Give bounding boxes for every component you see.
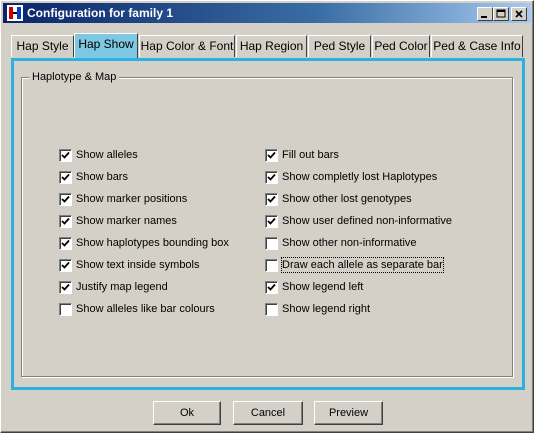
checkbox-label: Fill out bars (282, 149, 339, 161)
checkmark-icon (267, 283, 276, 291)
checkbox[interactable] (265, 303, 278, 316)
maximize-button[interactable] (493, 7, 509, 21)
checkmark-icon (61, 195, 70, 203)
app-icon (7, 5, 23, 21)
checkbox-label: Draw each allele as separate bar (281, 257, 444, 273)
checkbox-label: Show alleles (76, 149, 138, 161)
tab-hap-show[interactable]: Hap Show (74, 33, 138, 58)
checkbox[interactable] (59, 237, 72, 250)
tab-hap-color-font[interactable]: Hap Color & Font (139, 35, 235, 57)
checkbox[interactable] (59, 303, 72, 316)
cancel-button[interactable]: Cancel (233, 401, 303, 425)
checkbox-label: Show other lost genotypes (282, 193, 412, 205)
title-bar[interactable]: Configuration for family 1 (3, 3, 531, 23)
checkbox-label: Show completly lost Haplotypes (282, 171, 438, 183)
preview-button[interactable]: Preview (314, 401, 383, 425)
checkbox[interactable] (59, 281, 72, 294)
checkbox-label: Show user defined non-informative (282, 215, 452, 227)
checkbox-label: Show text inside symbols (76, 259, 200, 271)
minimize-icon (481, 16, 487, 18)
config-dialog: Configuration for family 1 Hap Style Hap… (0, 0, 534, 433)
checkmark-icon (61, 283, 70, 291)
checkbox-label: Show marker positions (76, 193, 188, 205)
checkmark-icon (61, 239, 70, 247)
checkbox-label: Justify map legend (76, 281, 168, 293)
checkbox-label: Show legend right (282, 303, 371, 315)
checkbox[interactable] (265, 281, 278, 294)
checkmark-icon (61, 261, 70, 269)
tab-ped-style[interactable]: Ped Style (308, 35, 371, 57)
checkmark-icon (267, 173, 276, 181)
checkbox[interactable] (59, 149, 72, 162)
checkbox[interactable] (59, 259, 72, 272)
checkbox[interactable] (59, 171, 72, 184)
tab-hap-style[interactable]: Hap Style (11, 35, 74, 57)
checkbox[interactable] (265, 171, 278, 184)
checkmark-icon (267, 151, 276, 159)
group-title: Haplotype & Map (29, 71, 120, 83)
checkbox[interactable] (265, 215, 278, 228)
tab-ped-case-info[interactable]: Ped & Case Info (431, 35, 523, 57)
checkbox-label: Show bars (76, 171, 128, 183)
checkmark-icon (61, 217, 70, 225)
checkmark-icon (61, 173, 70, 181)
checkbox-label: Show legend left (282, 281, 364, 293)
close-button[interactable] (511, 7, 527, 21)
checkmark-icon (267, 195, 276, 203)
checkbox-label: Show other non-informative (282, 237, 417, 249)
tab-bar: Hap Style Hap Show Hap Color & Font Hap … (11, 33, 525, 59)
checkbox-label: Show marker names (76, 215, 177, 227)
tab-hap-region[interactable]: Hap Region (236, 35, 307, 57)
window-title: Configuration for family 1 (27, 6, 174, 20)
tab-ped-color[interactable]: Ped Color (372, 35, 430, 57)
checkbox[interactable] (59, 215, 72, 228)
minimize-button[interactable] (477, 7, 493, 21)
close-icon (515, 10, 523, 18)
checkbox[interactable] (265, 149, 278, 162)
checkbox[interactable] (265, 237, 278, 250)
checkbox-label: Show haplotypes bounding box (76, 237, 229, 249)
ok-button[interactable]: Ok (153, 401, 221, 425)
checkbox[interactable] (265, 193, 278, 206)
checkbox-label: Show alleles like bar colours (76, 303, 215, 315)
checkmark-icon (267, 217, 276, 225)
maximize-icon (496, 9, 506, 18)
checkbox[interactable] (59, 193, 72, 206)
checkmark-icon (61, 151, 70, 159)
checkbox[interactable] (265, 259, 278, 272)
